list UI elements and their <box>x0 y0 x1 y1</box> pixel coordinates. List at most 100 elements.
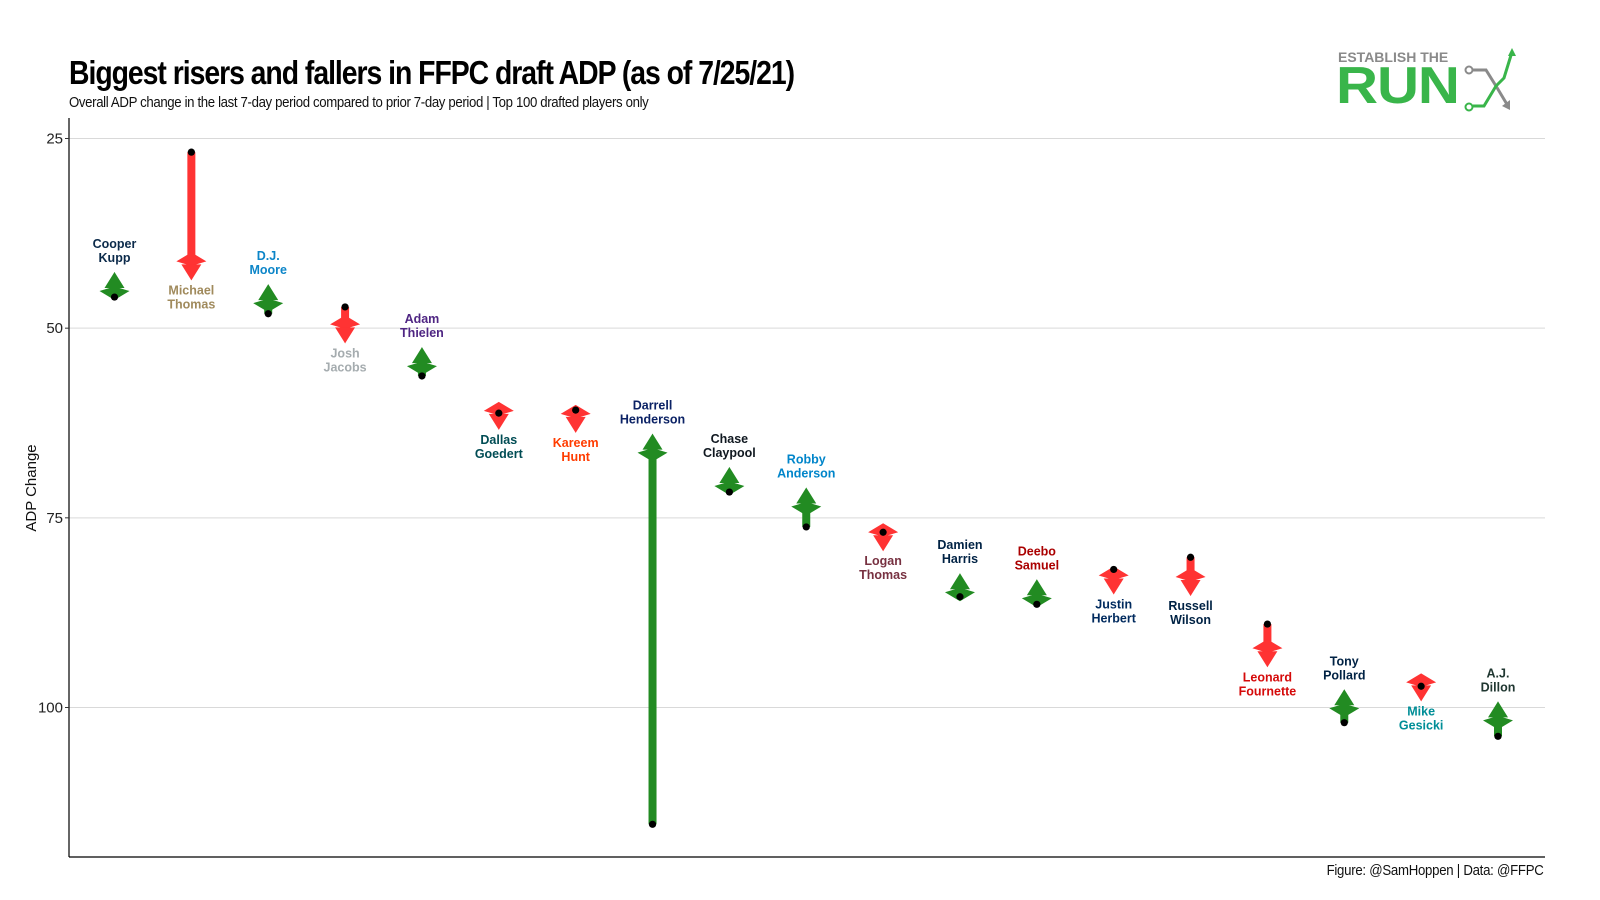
arrow-head-tip <box>1103 578 1124 595</box>
arrow-shaft <box>648 449 657 825</box>
prior-adp-dot <box>1494 732 1502 740</box>
adp-arrow-chart: ADP Change 255075100 CooperKuppMichaelTh… <box>23 118 1545 858</box>
player-label: Kupp <box>99 251 131 265</box>
arrow-head-tip <box>796 487 817 504</box>
y-tick-label: 100 <box>38 700 63 717</box>
player-arrow-robby-anderson: RobbyAnderson <box>777 452 835 531</box>
prior-adp-dot <box>802 523 810 531</box>
player-label: Thomas <box>167 297 215 311</box>
prior-adp-dot <box>1263 620 1272 628</box>
prior-adp-dot <box>264 310 272 318</box>
prior-adp-dot <box>1417 682 1425 690</box>
y-tick-label: 75 <box>46 510 63 527</box>
player-label: Pollard <box>1323 668 1365 682</box>
arrow-head-tip <box>949 573 970 590</box>
player-arrow-mike-gesicki: MikeGesicki <box>1399 673 1443 732</box>
player-label: Adam <box>405 312 440 326</box>
arrow-head-tip <box>873 535 894 552</box>
player-label: Leonard <box>1243 670 1292 684</box>
player-label: Chase <box>711 432 749 446</box>
player-label: Deebo <box>1018 544 1057 558</box>
player-label: Hunt <box>561 450 590 464</box>
arrow-head-tip <box>1488 701 1508 718</box>
player-arrow-cooper-kupp: CooperKupp <box>93 237 137 301</box>
player-label: Logan <box>864 554 902 568</box>
player-label: Samuel <box>1015 558 1059 572</box>
player-label: Mike <box>1407 704 1435 718</box>
player-label: Thomas <box>859 568 907 582</box>
player-label: Kareem <box>553 436 599 450</box>
player-label: Josh <box>330 346 359 360</box>
arrow-shaft <box>187 152 196 265</box>
axes: ADP Change 25 50 75 100 <box>23 118 1545 858</box>
player-arrow-deebo-samuel: DeeboSamuel <box>1015 544 1059 608</box>
player-label: Damien <box>937 538 982 552</box>
player-arrow-justin-herbert: JustinHerbert <box>1091 565 1137 625</box>
player-arrow-dallas-goedert: DallasGoedert <box>475 401 524 461</box>
arrow-head-tip <box>719 467 740 484</box>
prior-adp-dot <box>1110 565 1118 574</box>
player-arrow-chase-claypool: ChaseClaypool <box>703 432 756 496</box>
player-arrow-russell-wilson: RussellWilson <box>1168 553 1213 627</box>
player-arrow-kareem-hunt: KareemHunt <box>553 404 599 464</box>
player-arrow-michael-thomas: MichaelThomas <box>167 148 215 311</box>
y-tick-label: 50 <box>46 320 63 337</box>
player-label: Henderson <box>620 413 685 427</box>
gridlines <box>69 138 1545 708</box>
arrow-head-tip <box>642 433 663 450</box>
arrow-head-tip <box>1026 579 1047 596</box>
player-label: Michael <box>168 283 214 297</box>
arrow-head-tip <box>1334 689 1355 706</box>
player-label: Gesicki <box>1399 718 1443 732</box>
player-label: Herbert <box>1091 611 1136 625</box>
player-label: Cooper <box>93 237 137 251</box>
player-arrow-adam-thielen: AdamThielen <box>400 312 444 380</box>
player-arrow-a-j-dillon: A.J.Dillon <box>1481 666 1516 740</box>
arrow-head-tip <box>1257 651 1278 668</box>
player-label: Fournette <box>1239 684 1297 698</box>
prior-adp-dot <box>1186 553 1195 561</box>
player-label: A.J. <box>1487 666 1510 680</box>
player-label: D.J. <box>257 249 280 263</box>
arrow-head-tip <box>104 272 125 289</box>
arrow-head-tip <box>411 347 432 364</box>
prior-adp-dot <box>648 820 657 828</box>
prior-adp-dot <box>1033 600 1041 608</box>
prior-adp-dot <box>725 488 733 496</box>
prior-adp-dot <box>187 148 195 156</box>
player-label: Dillon <box>1481 680 1516 694</box>
arrow-head-tip <box>1180 579 1201 596</box>
prior-adp-dot <box>495 409 503 417</box>
prior-adp-dot <box>879 528 887 536</box>
player-arrow-damien-harris: DamienHarris <box>937 538 983 602</box>
player-label: Anderson <box>777 466 835 480</box>
prior-adp-dot <box>341 303 349 311</box>
prior-adp-dot <box>418 372 426 380</box>
player-label: Harris <box>942 552 978 566</box>
player-label: Tony <box>1330 654 1359 668</box>
player-arrow-d-j-moore: D.J.Moore <box>249 249 287 318</box>
prior-adp-dot <box>572 406 580 414</box>
prior-adp-dot <box>956 593 964 601</box>
player-arrow-leonard-fournette: LeonardFournette <box>1239 620 1297 698</box>
player-label: Darrell <box>633 399 673 413</box>
arrow-head-tip <box>565 416 586 433</box>
prior-adp-dot <box>1340 719 1348 727</box>
arrow-head-tip <box>181 264 202 281</box>
player-label: Goedert <box>475 447 524 461</box>
player-label: Justin <box>1095 597 1132 611</box>
player-arrow-darrell-henderson: DarrellHenderson <box>620 399 685 828</box>
arrow-head-tip <box>258 284 279 301</box>
player-arrow-josh-jacobs: JoshJacobs <box>324 303 367 374</box>
arrow-head-tip <box>335 327 356 344</box>
y-tick-label: 25 <box>46 131 63 148</box>
player-label: Wilson <box>1170 613 1211 627</box>
caption: Figure: @SamHoppen | Data: @FFPC <box>1327 862 1544 879</box>
player-label: Claypool <box>703 446 756 460</box>
player-label: Moore <box>249 263 287 277</box>
player-label: Russell <box>1168 599 1212 613</box>
arrow-marks: CooperKuppMichaelThomasD.J.MooreJoshJaco… <box>93 148 1516 828</box>
player-arrow-tony-pollard: TonyPollard <box>1323 654 1365 727</box>
player-arrow-logan-thomas: LoganThomas <box>859 523 907 582</box>
prior-adp-dot <box>110 293 119 301</box>
